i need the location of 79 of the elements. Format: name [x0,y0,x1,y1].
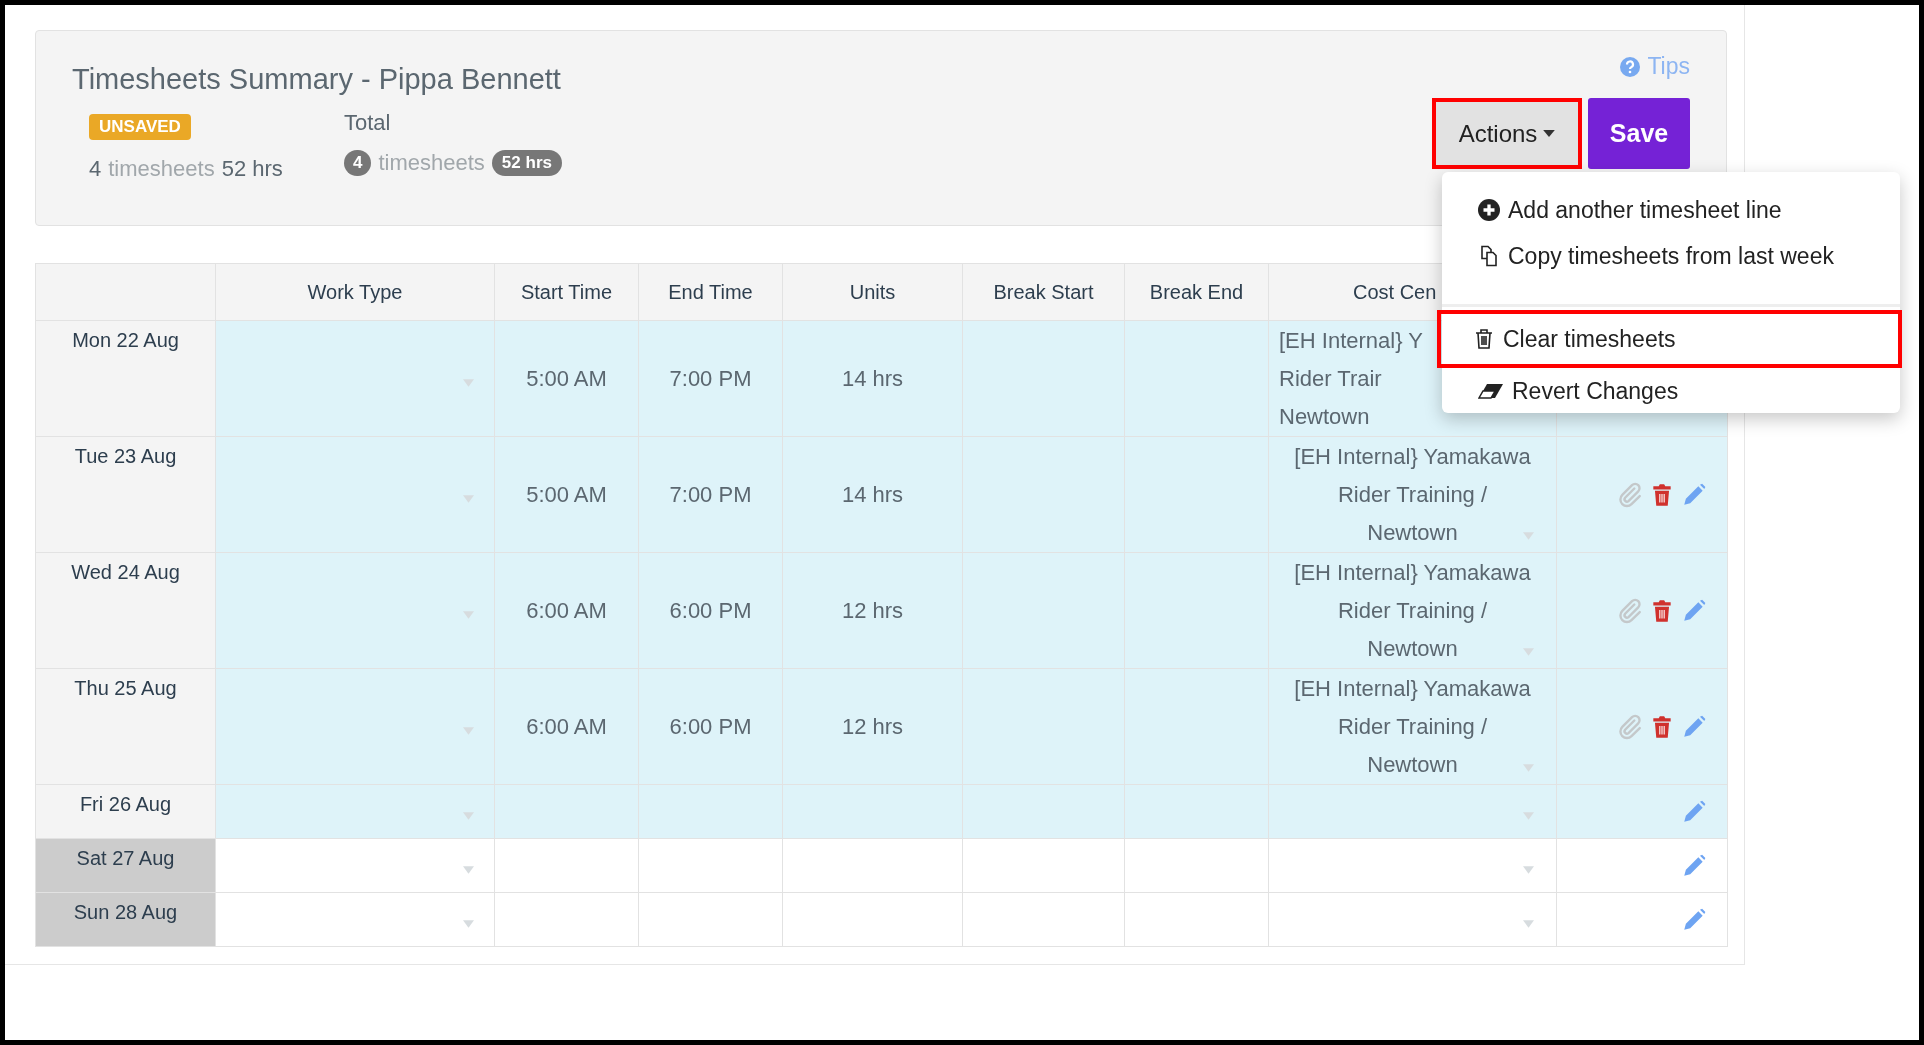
pencil-icon[interactable] [1681,852,1707,879]
dropdown-caret-icon[interactable] [1523,865,1534,874]
dropdown-caret-icon[interactable] [1523,532,1534,540]
copy-icon [1478,245,1500,267]
end-time: 6:00 PM [669,713,752,739]
cost-centre-line: Rider Training / [1337,596,1488,625]
date-cell: Fri 26 Aug [35,784,216,839]
column-header: Work Type [215,263,495,321]
units-value: 12 hrs [841,597,904,623]
end-time: 7:00 PM [669,481,752,507]
cost-centre-line: Newtown [1367,518,1458,547]
column-header: Start Time [494,263,639,321]
timesheet-label: timesheets [108,156,215,182]
dropdown-caret-icon[interactable] [463,494,474,503]
menu-item[interactable]: Add another timesheet line [1442,187,1900,233]
dropdown-caret-icon[interactable] [463,610,474,619]
date-cell: Sat 27 Aug [35,838,216,893]
cost-centre-line: Newtown [1367,634,1458,663]
dropdown-caret-icon[interactable] [463,919,474,928]
dropdown-caret-icon[interactable] [463,865,474,874]
units-value: 12 hrs [841,713,904,739]
cost-centre-line: Rider Training / [1337,480,1488,509]
date-cell: Thu 25 Aug [35,668,216,785]
status-badge: UNSAVED [89,114,191,140]
hours-total: 52 hrs [221,156,283,182]
column-header: End Time [638,263,783,321]
cost-centre-line: [EH Internal} Yamakawa [1294,558,1531,587]
pencil-icon[interactable] [1681,597,1707,624]
pencil-icon[interactable] [1681,713,1707,740]
units-value: 14 hrs [841,481,904,507]
date-cell: Wed 24 Aug [35,552,216,669]
cost-centre-line: [EH Internal} Y [1279,326,1423,355]
trash-icon [1473,328,1495,350]
date-cell: Sun 28 Aug [35,892,216,947]
end-time: 6:00 PM [669,597,752,623]
end-time: 7:00 PM [669,365,752,391]
column-header: Break End [1124,263,1269,321]
start-time: 5:00 AM [526,481,607,507]
menu-item[interactable]: Clear timesheets [1437,310,1902,368]
cost-centre-line: Newtown [1367,750,1458,779]
dropdown-caret-icon[interactable] [463,811,474,820]
paperclip-icon[interactable] [1617,481,1643,508]
cost-centre-line: [EH Internal} Yamakawa [1294,674,1531,703]
plus-circle-icon [1478,199,1500,221]
count-badge: 4 [344,150,372,176]
dropdown-caret-icon[interactable] [463,726,474,735]
cost-centre-line: Rider Trair [1279,364,1382,393]
column-header: Units [782,263,963,321]
eraser-icon [1478,382,1504,400]
help-icon [1620,56,1641,77]
cost-centre-line: [EH Internal} Yamakawa [1294,442,1531,471]
cost-centre-line: Rider Training / [1337,712,1488,741]
dropdown-caret-icon[interactable] [1523,764,1534,772]
menu-item[interactable]: Revert Changes [1442,368,1900,414]
hours-badge: 52 hrs [491,150,562,176]
actions-button[interactable]: Actions [1432,98,1582,169]
cost-centre-line: Newtown [1279,402,1370,431]
pencil-icon[interactable] [1681,906,1707,933]
start-time: 6:00 AM [526,597,607,623]
pencil-icon[interactable] [1681,481,1707,508]
caret-icon [1543,130,1556,137]
dropdown-caret-icon[interactable] [463,378,474,387]
dropdown-caret-icon[interactable] [1523,648,1534,656]
timesheet-count: 4 [89,156,102,182]
units-value: 14 hrs [841,365,904,391]
paperclip-icon[interactable] [1617,597,1643,624]
start-time: 5:00 AM [526,365,607,391]
timesheet-label: timesheets [378,150,485,176]
total-label: Total [344,110,391,136]
column-header: Break Start [962,263,1125,321]
dropdown-caret-icon[interactable] [1523,811,1534,820]
paperclip-icon[interactable] [1617,713,1643,740]
pencil-icon[interactable] [1681,798,1707,825]
date-cell: Mon 22 Aug [35,320,216,437]
dropdown-caret-icon[interactable] [1523,919,1534,928]
date-cell: Tue 23 Aug [35,436,216,553]
start-time: 6:00 AM [526,713,607,739]
save-button[interactable]: Save [1588,98,1690,169]
page-title: Timesheets Summary - Pippa Bennett [72,63,562,96]
